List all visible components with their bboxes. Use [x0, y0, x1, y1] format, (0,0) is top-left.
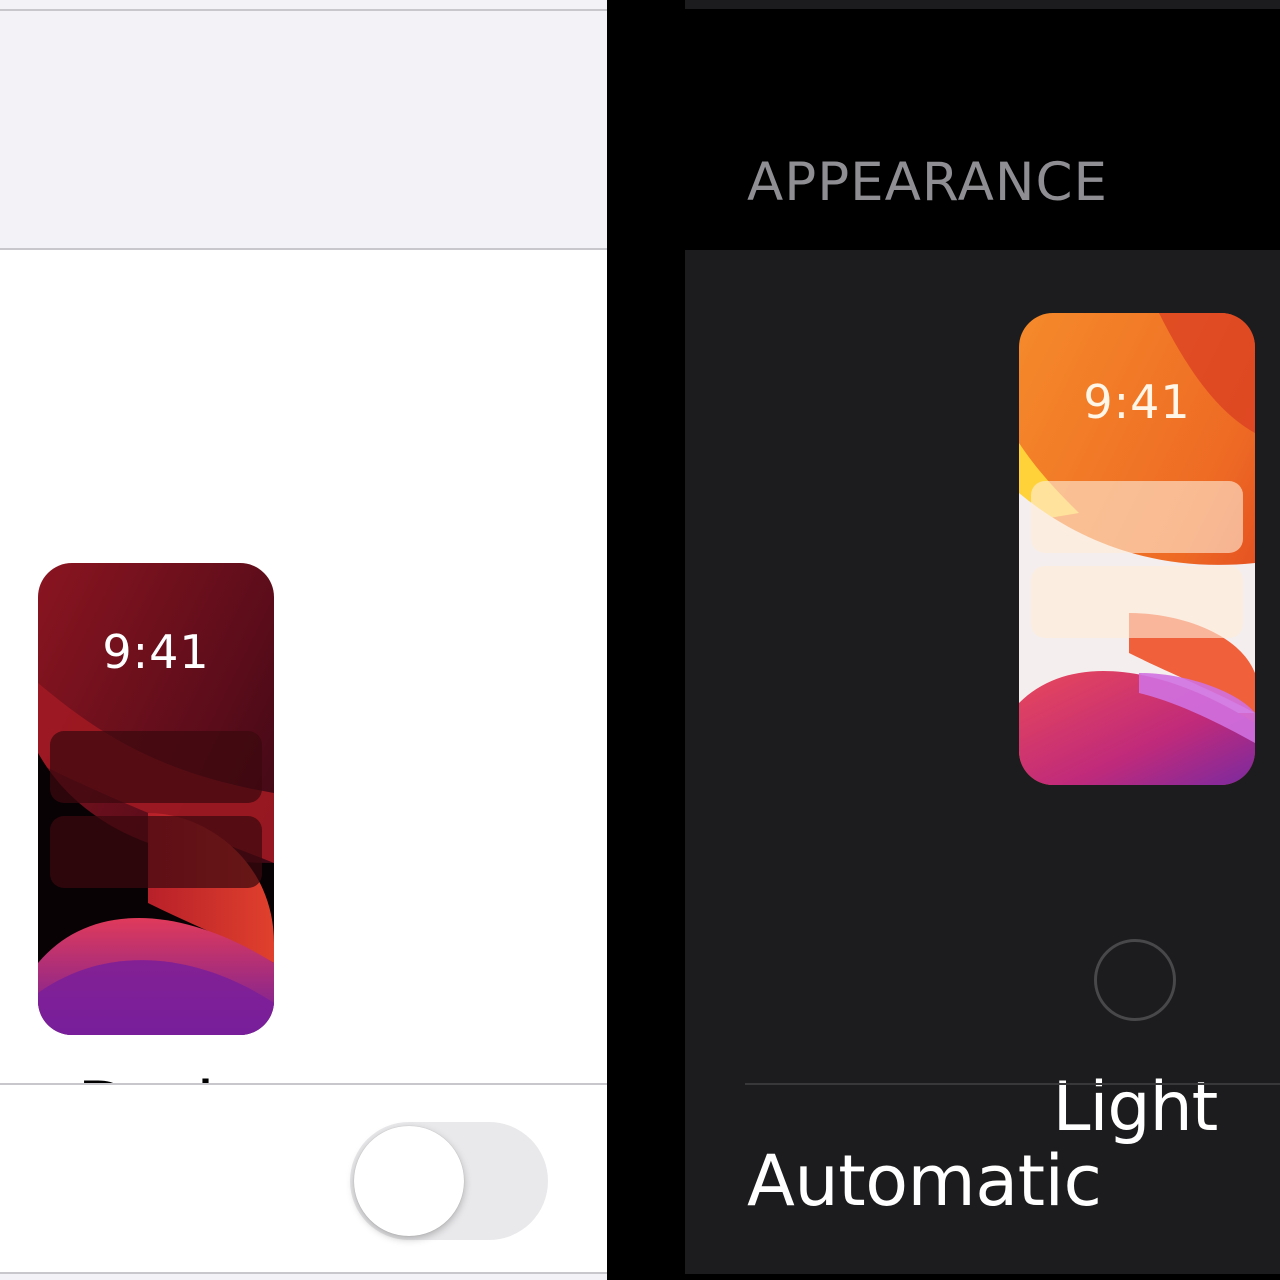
notification-placeholder — [50, 731, 262, 803]
light-option-label: Light — [1052, 1068, 1219, 1147]
screen: 9:41 Dark APPEARANCE — [0, 0, 1280, 1280]
lock-screen-time: 9:41 — [102, 625, 210, 679]
light-radio-button[interactable] — [1094, 939, 1176, 1021]
dark-mode-settings-panel: APPEARANCE 9:41 Light Automatic — [685, 0, 1280, 1280]
automatic-toggle[interactable] — [350, 1122, 548, 1240]
panel-gap — [607, 0, 685, 1280]
toggle-knob — [354, 1126, 464, 1236]
automatic-row — [0, 1085, 607, 1272]
lock-screen-time: 9:41 — [1083, 375, 1191, 429]
appearance-options-card: 9:41 Light Automatic — [685, 250, 1280, 1274]
divider — [685, 1274, 1280, 1280]
section-header — [0, 11, 607, 248]
light-mode-settings-panel: 9:41 Dark — [0, 0, 607, 1280]
section-header-title: APPEARANCE — [747, 152, 1108, 213]
notification-placeholder — [1031, 481, 1243, 553]
divider — [745, 1083, 1280, 1085]
divider — [0, 1272, 607, 1274]
dark-mode-preview[interactable]: 9:41 — [38, 563, 274, 1035]
automatic-label: Automatic — [747, 1140, 1102, 1222]
notification-placeholder — [50, 816, 262, 888]
divider — [685, 0, 1280, 9]
notification-placeholder — [1031, 566, 1243, 638]
appearance-options-card: 9:41 Dark — [0, 250, 607, 1271]
light-mode-preview[interactable]: 9:41 — [1019, 313, 1255, 785]
